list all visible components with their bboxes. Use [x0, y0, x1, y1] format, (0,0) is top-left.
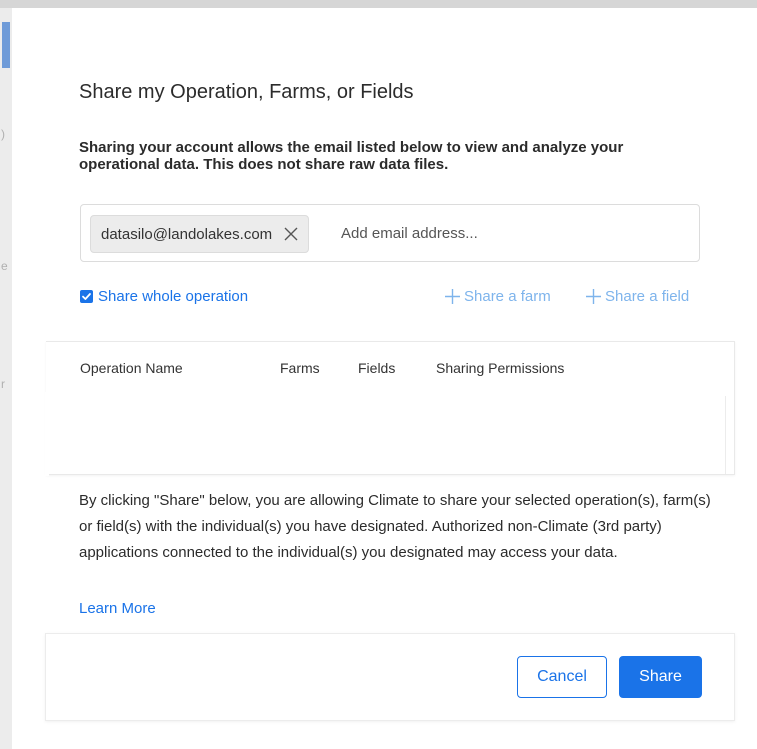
- column-header-farms: Farms: [280, 360, 320, 376]
- backdrop-ghost-text: ): [1, 127, 5, 141]
- plus-icon: [445, 289, 460, 304]
- backdrop-top: [0, 0, 757, 8]
- email-input[interactable]: [341, 220, 681, 246]
- checkbox-checked-icon[interactable]: [80, 290, 93, 303]
- email-recipients-field[interactable]: datasilo@landolakes.com: [80, 204, 700, 262]
- table-body: [46, 396, 726, 474]
- share-whole-operation-label[interactable]: Share whole operation: [98, 288, 248, 305]
- backdrop-ghost-text: e: [1, 259, 8, 273]
- modal-footer: Cancel Share: [45, 633, 735, 721]
- share-modal: Share my Operation, Farms, or Fields Sha…: [12, 8, 757, 749]
- sharing-disclaimer: By clicking "Share" below, you are allow…: [79, 492, 711, 561]
- backdrop-accent: [2, 22, 10, 68]
- share-a-farm-label: Share a farm: [464, 288, 551, 305]
- share-whole-operation-checkbox[interactable]: Share whole operation: [80, 288, 248, 305]
- column-header-sharing-permissions: Sharing Permissions: [436, 360, 565, 376]
- backdrop-ghost-text: r: [1, 377, 5, 391]
- email-chip: datasilo@landolakes.com: [90, 215, 310, 253]
- learn-more-link[interactable]: Learn More: [79, 600, 156, 617]
- share-a-field-label: Share a field: [605, 288, 690, 305]
- share-a-field-link[interactable]: Share a field: [585, 288, 689, 305]
- email-chip-label: datasilo@landolakes.com: [101, 225, 273, 243]
- plus-icon: [586, 289, 601, 304]
- modal-title: Share my Operation, Farms, or Fields: [79, 81, 414, 103]
- column-header-operation-name: Operation Name: [80, 360, 183, 376]
- close-icon[interactable]: [280, 223, 302, 245]
- cancel-button[interactable]: Cancel: [517, 656, 607, 698]
- modal-intro: Sharing your account allows the email li…: [79, 139, 624, 173]
- share-a-farm-link[interactable]: Share a farm: [444, 288, 551, 305]
- column-header-fields: Fields: [358, 360, 396, 376]
- share-button[interactable]: Share: [619, 656, 702, 698]
- operations-table: Operation Name Farms Fields Sharing Perm…: [45, 341, 735, 476]
